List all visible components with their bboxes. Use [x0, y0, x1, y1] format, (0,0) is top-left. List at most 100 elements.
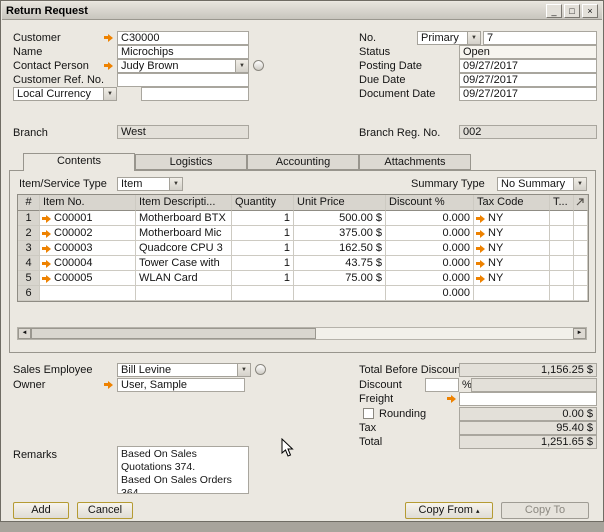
- cell-description[interactable]: Motherboard Mic: [136, 226, 232, 241]
- freight-field[interactable]: [459, 392, 597, 406]
- owner-field[interactable]: User, Sample: [117, 378, 245, 392]
- link-arrow-icon[interactable]: [42, 275, 51, 283]
- name-field[interactable]: Microchips: [117, 45, 249, 59]
- cell-item-no[interactable]: C00003: [40, 241, 136, 256]
- tab-attachments[interactable]: Attachments: [359, 154, 471, 170]
- grid-expand-icon[interactable]: [575, 197, 585, 207]
- cell-t[interactable]: [550, 241, 574, 256]
- currency-combo[interactable]: Local Currency ▼: [13, 87, 117, 101]
- table-hscrollbar[interactable]: ◄ ►: [17, 327, 587, 340]
- maximize-button[interactable]: □: [564, 3, 580, 18]
- cell-unit-price[interactable]: 500.00 $: [294, 211, 386, 226]
- cell-quantity[interactable]: 1: [232, 256, 294, 271]
- titlebar[interactable]: Return Request _ □ ×: [2, 2, 602, 20]
- cell-tax-code[interactable]: NY: [474, 241, 550, 256]
- link-arrow-icon[interactable]: [42, 230, 51, 238]
- row-number-cell[interactable]: 2: [18, 226, 40, 241]
- cell-tax-code[interactable]: [474, 286, 550, 301]
- sales-employee-combo[interactable]: Bill Levine ▼: [117, 363, 251, 377]
- grid-settings-cell[interactable]: [574, 195, 588, 211]
- document-date-field[interactable]: 09/27/2017: [459, 87, 597, 101]
- cell-discount[interactable]: 0.000: [386, 256, 474, 271]
- cell-tax-code[interactable]: NY: [474, 226, 550, 241]
- cell-tax-code[interactable]: NY: [474, 271, 550, 286]
- row-number-cell[interactable]: 5: [18, 271, 40, 286]
- cell-quantity[interactable]: 1: [232, 241, 294, 256]
- link-arrow-icon[interactable]: [476, 215, 485, 223]
- link-arrow-icon[interactable]: [104, 381, 113, 389]
- doc-no-field[interactable]: 7: [483, 31, 597, 45]
- cell-t[interactable]: [550, 211, 574, 226]
- add-button[interactable]: Add: [13, 502, 69, 519]
- link-arrow-icon[interactable]: [447, 395, 456, 403]
- scrollbar-thumb[interactable]: [31, 328, 316, 339]
- link-arrow-icon[interactable]: [476, 230, 485, 238]
- tab-accounting[interactable]: Accounting: [247, 154, 359, 170]
- link-arrow-icon[interactable]: [104, 62, 113, 70]
- scroll-left-button[interactable]: ◄: [18, 328, 31, 339]
- discount-percent-input[interactable]: [425, 378, 459, 392]
- due-date-field[interactable]: 09/27/2017: [459, 73, 597, 87]
- cell-quantity[interactable]: [232, 286, 294, 301]
- close-button[interactable]: ×: [582, 3, 598, 18]
- remarks-field[interactable]: Based On Sales Quotations 374. Based On …: [117, 446, 249, 494]
- contact-person-combo[interactable]: Judy Brown ▼: [117, 59, 249, 73]
- cancel-button[interactable]: Cancel: [77, 502, 133, 519]
- link-arrow-icon[interactable]: [476, 260, 485, 268]
- row-number-cell[interactable]: 6: [18, 286, 40, 301]
- cell-item-no[interactable]: [40, 286, 136, 301]
- cell-unit-price[interactable]: 375.00 $: [294, 226, 386, 241]
- exchange-rate-field[interactable]: [141, 87, 249, 101]
- cell-t[interactable]: [550, 286, 574, 301]
- row-number-cell[interactable]: 3: [18, 241, 40, 256]
- cell-item-no[interactable]: C00004: [40, 256, 136, 271]
- cell-description[interactable]: WLAN Card: [136, 271, 232, 286]
- rounding-checkbox[interactable]: [363, 408, 374, 419]
- minimize-button[interactable]: _: [546, 3, 562, 18]
- series-combo[interactable]: Primary ▼: [417, 31, 481, 45]
- cell-discount[interactable]: 0.000: [386, 226, 474, 241]
- customer-field[interactable]: C30000: [117, 31, 249, 45]
- cell-description[interactable]: [136, 286, 232, 301]
- cell-quantity[interactable]: 1: [232, 211, 294, 226]
- cell-discount[interactable]: 0.000: [386, 211, 474, 226]
- value-help-icon[interactable]: [255, 364, 266, 375]
- cell-t[interactable]: [550, 256, 574, 271]
- cell-tax-code[interactable]: NY: [474, 211, 550, 226]
- cell-discount[interactable]: 0.000: [386, 241, 474, 256]
- link-arrow-icon[interactable]: [476, 245, 485, 253]
- tab-logistics[interactable]: Logistics: [135, 154, 247, 170]
- cell-unit-price[interactable]: 75.00 $: [294, 271, 386, 286]
- cell-quantity[interactable]: 1: [232, 271, 294, 286]
- cell-quantity[interactable]: 1: [232, 226, 294, 241]
- link-arrow-icon[interactable]: [42, 245, 51, 253]
- cell-item-no[interactable]: C00005: [40, 271, 136, 286]
- cell-discount[interactable]: 0.000: [386, 286, 474, 301]
- link-arrow-icon[interactable]: [42, 215, 51, 223]
- cell-unit-price[interactable]: 43.75 $: [294, 256, 386, 271]
- cell-description[interactable]: Tower Case with: [136, 256, 232, 271]
- cell-t[interactable]: [550, 226, 574, 241]
- customer-ref-field[interactable]: [117, 73, 249, 87]
- posting-date-field[interactable]: 09/27/2017: [459, 59, 597, 73]
- summary-type-combo[interactable]: No Summary ▼: [497, 177, 587, 191]
- scroll-right-button[interactable]: ►: [573, 328, 586, 339]
- link-arrow-icon[interactable]: [476, 275, 485, 283]
- tab-contents[interactable]: Contents: [23, 153, 135, 171]
- cell-discount[interactable]: 0.000: [386, 271, 474, 286]
- copy-from-button[interactable]: Copy From ▴: [405, 502, 493, 519]
- value-help-icon[interactable]: [253, 60, 264, 71]
- cell-item-no[interactable]: C00001: [40, 211, 136, 226]
- row-number-cell[interactable]: 4: [18, 256, 40, 271]
- cell-unit-price[interactable]: 162.50 $: [294, 241, 386, 256]
- link-arrow-icon[interactable]: [42, 260, 51, 268]
- cell-t[interactable]: [550, 271, 574, 286]
- item-service-type-combo[interactable]: Item ▼: [117, 177, 183, 191]
- link-arrow-icon[interactable]: [104, 34, 113, 42]
- cell-item-no[interactable]: C00002: [40, 226, 136, 241]
- cell-description[interactable]: Motherboard BTX: [136, 211, 232, 226]
- row-number-cell[interactable]: 1: [18, 211, 40, 226]
- cell-tax-code[interactable]: NY: [474, 256, 550, 271]
- cell-description[interactable]: Quadcore CPU 3: [136, 241, 232, 256]
- cell-unit-price[interactable]: [294, 286, 386, 301]
